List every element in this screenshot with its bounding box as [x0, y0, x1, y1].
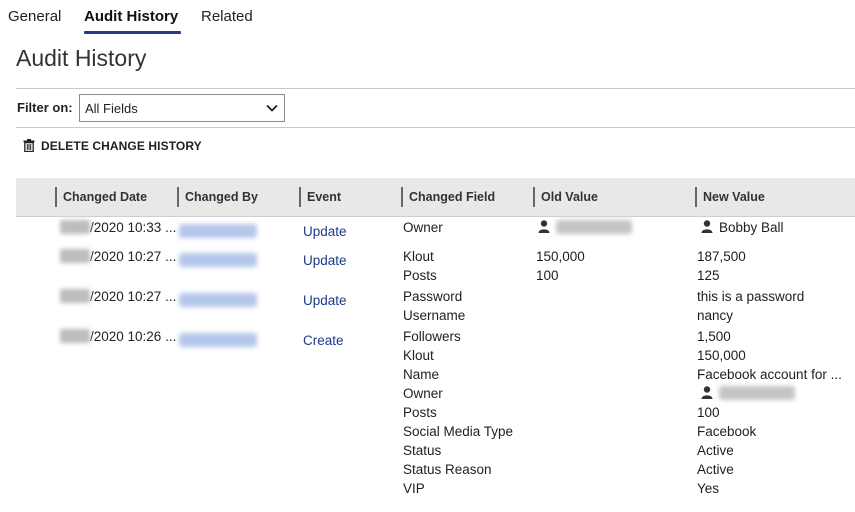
filter-label: Filter on:	[17, 100, 73, 115]
column-header-changed-date[interactable]: Changed Date	[55, 187, 147, 207]
table-row-event[interactable]: Update	[303, 253, 347, 268]
owner-name: Bobby Ball	[719, 220, 784, 235]
delete-change-history-label: DELETE CHANGE HISTORY	[41, 139, 202, 153]
page-title: Audit History	[16, 45, 147, 71]
old-value: 150,000	[536, 249, 585, 264]
grid-header: Changed Date Changed By Event Changed Fi…	[16, 178, 855, 217]
table-row-event[interactable]: Update	[303, 224, 347, 239]
new-value: Facebook	[697, 424, 757, 439]
table-row-changed-by[interactable]	[179, 253, 257, 270]
active-tab-indicator	[84, 31, 181, 34]
tab-related[interactable]: Related	[201, 8, 253, 25]
changed-field: Owner	[403, 220, 443, 235]
new-value: Active	[697, 462, 734, 477]
new-value: 100	[697, 405, 720, 420]
table-row-event[interactable]: Update	[303, 293, 347, 308]
table-row-event[interactable]: Create	[303, 333, 344, 348]
divider	[16, 88, 855, 89]
changed-field: Social Media Type	[403, 424, 514, 439]
changed-field: Posts	[403, 268, 437, 283]
new-value-owner[interactable]: Bobby Ball	[701, 220, 784, 235]
chevron-down-icon	[266, 104, 278, 112]
changed-field: Name	[403, 367, 440, 382]
redacted-owner	[556, 220, 632, 234]
date-text: /2020 10:33 ...	[90, 220, 177, 235]
redacted-date	[60, 220, 90, 234]
changed-field: Posts	[403, 405, 437, 420]
divider	[16, 127, 855, 128]
table-row-changed-by[interactable]	[179, 293, 257, 310]
new-value: Active	[697, 443, 734, 458]
new-value: nancy	[697, 308, 734, 323]
redacted-date	[60, 289, 90, 303]
column-header-changed-field[interactable]: Changed Field	[401, 187, 495, 207]
column-header-old-value[interactable]: Old Value	[533, 187, 598, 207]
table-row-changed-by[interactable]	[179, 333, 257, 350]
trash-icon	[23, 139, 35, 152]
date-text: /2020 10:27 ...	[90, 249, 177, 264]
new-value: this is a password	[697, 289, 805, 304]
old-value-owner	[538, 220, 632, 235]
column-header-changed-by[interactable]: Changed By	[177, 187, 258, 207]
column-header-event[interactable]: Event	[299, 187, 341, 207]
changed-field: VIP	[403, 481, 425, 496]
tab-audit-history[interactable]: Audit History	[84, 8, 178, 25]
filter-selected-value: All Fields	[85, 101, 138, 116]
new-value: 1,500	[697, 329, 731, 344]
changed-field: Klout	[403, 249, 434, 264]
new-value: 150,000	[697, 348, 746, 363]
filter-select[interactable]: All Fields	[79, 94, 285, 122]
date-text: /2020 10:27 ...	[90, 289, 177, 304]
changed-field: Username	[403, 308, 466, 323]
table-row-changed-date: /2020 10:33 ...	[60, 220, 176, 235]
person-icon	[538, 220, 550, 233]
table-row-changed-date: /2020 10:27 ...	[60, 289, 176, 304]
person-icon	[701, 220, 713, 233]
redacted-user	[179, 253, 257, 267]
table-row-changed-date: /2020 10:26 ...	[60, 329, 176, 344]
changed-field: Status Reason	[403, 462, 492, 477]
redacted-user	[179, 224, 257, 238]
new-value: 125	[697, 268, 720, 283]
table-row-changed-by[interactable]	[179, 224, 257, 241]
old-value: 100	[536, 268, 559, 283]
redacted-date	[60, 249, 90, 263]
redacted-user	[179, 333, 257, 347]
redacted-date	[60, 329, 90, 343]
changed-field: Owner	[403, 386, 443, 401]
new-value: 187,500	[697, 249, 746, 264]
changed-field: Password	[403, 289, 463, 304]
table-row-changed-date: /2020 10:27 ...	[60, 249, 176, 264]
column-header-new-value[interactable]: New Value	[695, 187, 765, 207]
new-value-owner[interactable]	[701, 386, 795, 401]
tab-general[interactable]: General	[8, 8, 61, 25]
redacted-user	[179, 293, 257, 307]
person-icon	[701, 386, 713, 399]
redacted-owner	[719, 386, 795, 400]
changed-field: Followers	[403, 329, 461, 344]
date-text: /2020 10:26 ...	[90, 329, 177, 344]
changed-field: Status	[403, 443, 442, 458]
new-value: Yes	[697, 481, 720, 496]
changed-field: Klout	[403, 348, 434, 363]
new-value: Facebook account for ...	[697, 367, 842, 382]
